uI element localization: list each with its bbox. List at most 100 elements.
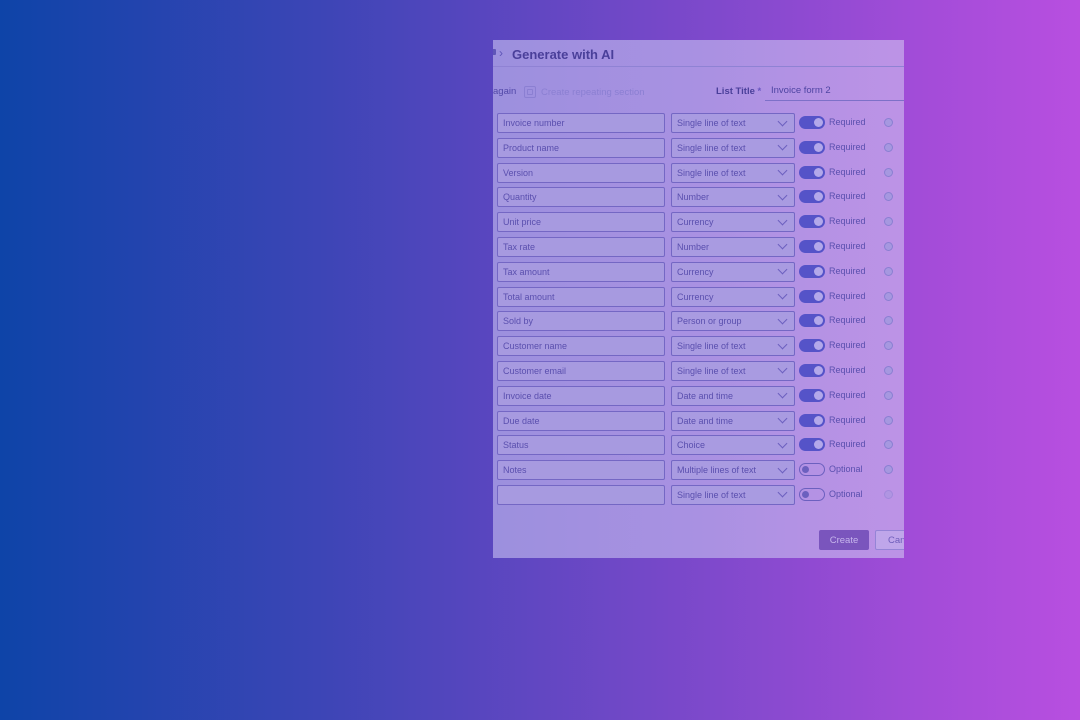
field-row: Single line of text Required	[493, 162, 904, 188]
required-toggle[interactable]	[799, 463, 825, 477]
delete-field-icon[interactable]	[884, 142, 893, 152]
field-type-select[interactable]: Single line of text	[671, 162, 795, 183]
chevron-down-icon	[777, 289, 788, 300]
required-toggle[interactable]	[799, 215, 825, 229]
field-name-input[interactable]	[497, 286, 665, 307]
delete-field-icon[interactable]	[884, 440, 893, 450]
delete-field-icon[interactable]	[884, 291, 893, 301]
delete-field-icon[interactable]	[884, 266, 893, 276]
delete-field-icon[interactable]	[884, 217, 893, 227]
required-toggle[interactable]	[799, 339, 825, 353]
required-toggle[interactable]	[799, 413, 825, 427]
field-name-input[interactable]	[497, 137, 665, 158]
field-type-select[interactable]: Number	[671, 187, 795, 208]
required-label: Optional	[829, 488, 863, 499]
field-row: Single line of text Required	[493, 137, 904, 163]
field-type-value: Number	[677, 192, 710, 203]
required-toggle[interactable]	[799, 388, 825, 402]
chevron-down-icon	[777, 488, 788, 498]
field-name-input[interactable]	[497, 410, 665, 431]
field-type-select[interactable]: Date and time	[671, 410, 795, 431]
cancel-button[interactable]: Can	[875, 530, 904, 550]
field-type-value: Single line of text	[677, 142, 746, 153]
field-row: Date and time Required	[493, 410, 904, 436]
chevron-down-icon	[777, 140, 788, 151]
field-type-select[interactable]: Currency	[671, 286, 795, 307]
required-toggle[interactable]	[799, 363, 825, 377]
field-type-select[interactable]: Currency	[671, 212, 795, 233]
field-name-input[interactable]	[497, 360, 665, 381]
delete-field-icon[interactable]	[884, 465, 893, 475]
required-toggle[interactable]	[799, 487, 825, 501]
field-row: Single line of text Required	[493, 360, 904, 386]
create-button[interactable]: Create	[819, 530, 869, 550]
delete-field-icon[interactable]	[884, 192, 893, 202]
required-label: Required	[829, 265, 866, 276]
required-toggle[interactable]	[799, 239, 825, 253]
close-icon[interactable]	[493, 49, 496, 55]
field-list: Single line of text Required Single line o…	[493, 113, 904, 510]
field-name-input[interactable]	[497, 162, 665, 183]
delete-field-icon[interactable]	[884, 118, 893, 127]
field-type-select[interactable]: Single line of text	[671, 113, 795, 133]
delete-field-icon[interactable]	[884, 415, 893, 425]
field-type-value: Currency	[677, 291, 714, 302]
create-repeating-section-button[interactable]: Create repeating section	[524, 86, 645, 98]
field-row: Single line of text Required	[493, 336, 904, 361]
field-row: Number Required	[493, 236, 904, 262]
field-type-select[interactable]: Single line of text	[671, 360, 795, 381]
required-toggle[interactable]	[799, 165, 825, 179]
required-toggle[interactable]	[799, 264, 825, 278]
field-type-select[interactable]: Choice	[671, 435, 795, 456]
try-again-button[interactable]: again	[493, 86, 516, 97]
required-toggle[interactable]	[799, 140, 825, 154]
chevron-right-icon[interactable]: ›	[499, 46, 503, 60]
field-name-input[interactable]	[497, 187, 665, 208]
delete-field-icon[interactable]	[884, 167, 893, 177]
required-toggle[interactable]	[799, 314, 825, 328]
field-type-value: Single line of text	[677, 167, 746, 178]
required-label: Required	[829, 364, 866, 375]
required-label: Required	[829, 340, 866, 351]
panel-header: › Generate with AI	[493, 40, 904, 68]
delete-field-icon[interactable]	[884, 390, 893, 400]
delete-field-icon[interactable]	[884, 341, 893, 351]
field-name-input[interactable]	[497, 336, 665, 357]
delete-field-icon[interactable]	[884, 316, 893, 326]
field-type-select[interactable]: Person or group	[671, 311, 795, 332]
delete-field-icon[interactable]	[884, 489, 893, 499]
field-name-input[interactable]	[497, 311, 665, 332]
list-title-label: List Title *	[716, 86, 762, 97]
chevron-down-icon	[777, 364, 788, 374]
field-type-select[interactable]: Currency	[671, 261, 795, 282]
field-row: Single line of text Optional	[493, 484, 904, 510]
field-name-input[interactable]	[497, 261, 665, 282]
required-toggle[interactable]	[799, 289, 825, 303]
delete-field-icon[interactable]	[884, 241, 893, 251]
list-title-input[interactable]	[765, 81, 904, 101]
field-type-select[interactable]: Multiple lines of text	[671, 460, 795, 481]
field-type-value: Single line of text	[677, 118, 746, 128]
field-row: Currency Required	[493, 212, 904, 237]
field-type-select[interactable]: Single line of text	[671, 336, 795, 357]
field-name-input[interactable]	[497, 385, 665, 406]
repeating-section-icon	[524, 86, 536, 98]
field-type-select[interactable]: Single line of text	[671, 484, 795, 505]
delete-field-icon[interactable]	[884, 365, 893, 375]
field-type-value: Date and time	[677, 390, 734, 401]
field-name-input[interactable]	[497, 236, 665, 257]
field-type-select[interactable]: Single line of text	[671, 137, 795, 158]
chevron-down-icon	[777, 264, 788, 275]
field-type-select[interactable]: Number	[671, 236, 795, 257]
required-toggle[interactable]	[799, 438, 825, 452]
field-name-input[interactable]	[497, 435, 665, 456]
field-type-select[interactable]: Date and time	[671, 385, 795, 406]
chevron-down-icon	[777, 190, 788, 201]
field-name-input[interactable]	[497, 460, 665, 481]
field-name-input[interactable]	[497, 484, 665, 505]
required-toggle[interactable]	[799, 116, 825, 129]
field-name-input[interactable]	[497, 212, 665, 233]
required-toggle[interactable]	[799, 190, 825, 204]
field-type-value: Single line of text	[677, 341, 746, 352]
field-name-input[interactable]	[497, 113, 665, 133]
